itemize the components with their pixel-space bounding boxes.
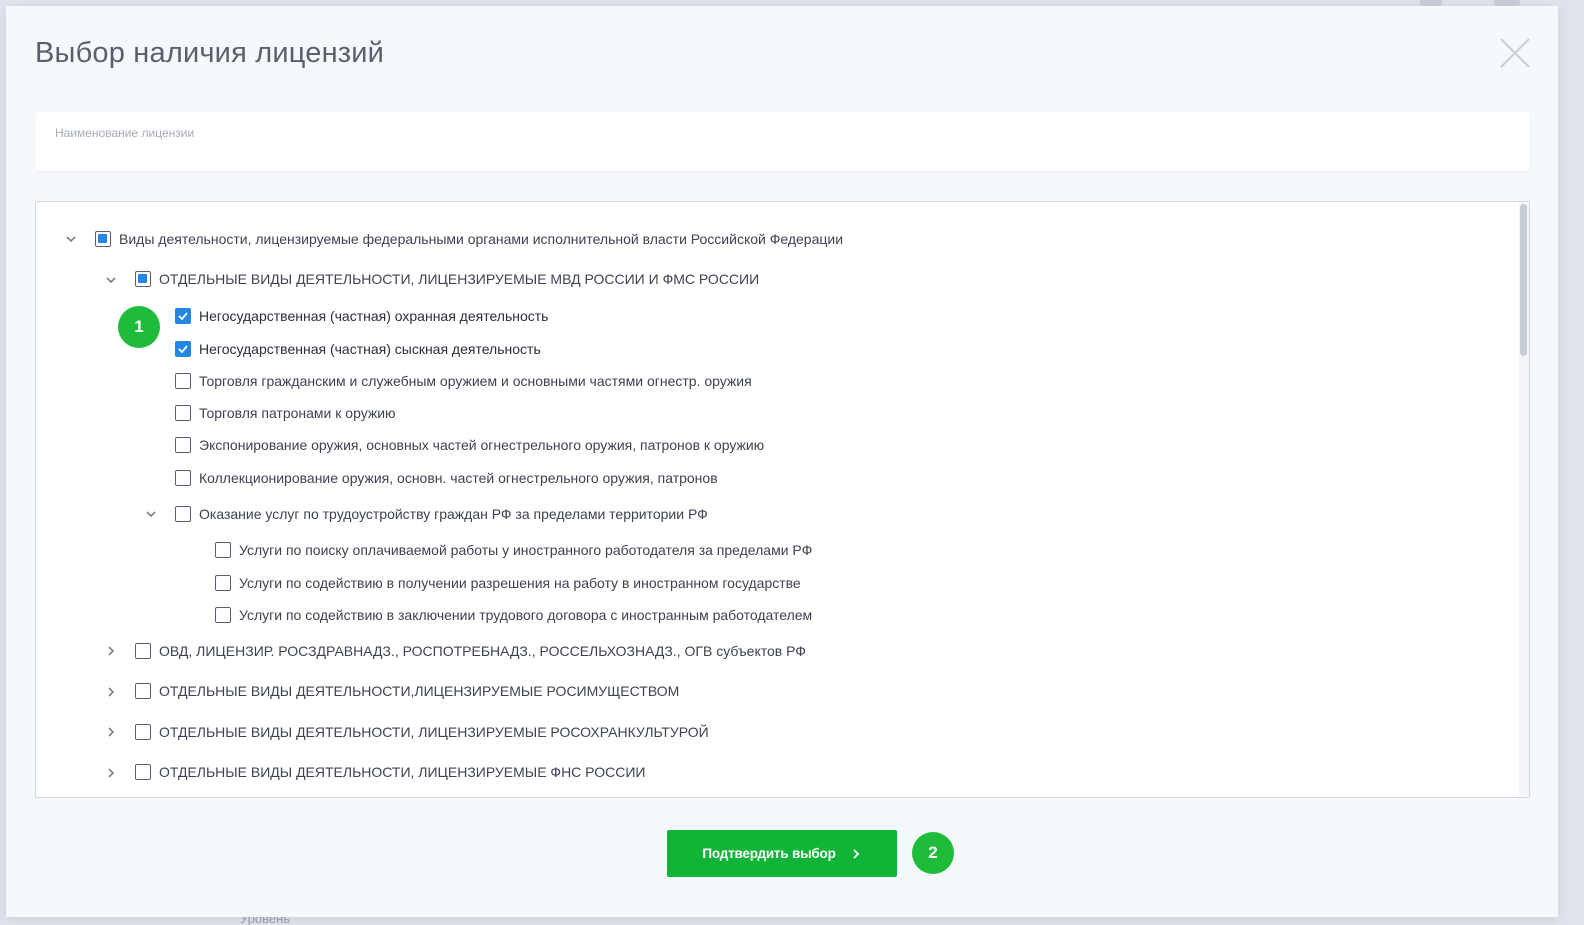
chevron-right-icon [108,727,115,737]
chevron-right-icon [108,646,115,656]
confirm-selection-button[interactable]: Подтвердить выбор [667,830,897,877]
item-checkbox[interactable] [175,373,191,389]
check-icon [178,312,188,321]
license-name-search[interactable]: Наименование лицензии [35,112,1530,171]
expand-toggle[interactable] [104,725,118,739]
modal-title: Выбор наличия лицензий [35,37,385,69]
chevron-right-icon [108,687,115,697]
tree-item-label: ОТДЕЛЬНЫЕ ВИДЫ ДЕЯТЕЛЬНОСТИ, ЛИЦЕНЗИРУЕМ… [159,764,646,780]
step-badge-1: 1 [118,306,160,348]
root-checkbox[interactable] [95,231,111,247]
subgroup-checkbox[interactable] [175,506,191,522]
chevron-down-icon [66,236,76,243]
check-icon [178,345,188,354]
tree-item-label: ОВД, ЛИЦЕНЗИР. РОСЗДРАВНАДЗ., РОСПОТРЕБН… [159,643,806,659]
chevron-down-icon [106,277,116,284]
group-checkbox[interactable] [135,724,151,740]
expand-toggle[interactable] [144,507,158,521]
tree-item-label: Оказание услуг по трудоустройству гражда… [199,506,708,522]
item-checkbox[interactable] [215,575,231,591]
step-badge-2: 2 [912,832,954,874]
tree-item-label: Виды деятельности, лицензируемые федерал… [119,231,844,247]
group-checkbox[interactable] [135,271,151,287]
scrollbar[interactable] [1519,202,1529,797]
search-label: Наименование лицензии [55,126,195,140]
expand-toggle[interactable] [64,232,78,246]
tree-item-label: Негосударственная (частная) сыскная деят… [199,341,541,357]
tree-item-label: Услуги по поиску оплачиваемой работы у и… [239,542,813,558]
tree-item-label: Негосударственная (частная) охранная дея… [199,308,549,324]
expand-toggle[interactable] [104,644,118,658]
close-button[interactable] [1498,36,1532,70]
tree-item-label: Торговля гражданским и служебным оружием… [199,373,752,389]
tree-item-label: Услуги по содействию в получении разреше… [239,575,801,591]
item-checkbox[interactable] [215,542,231,558]
item-checkbox[interactable] [175,341,191,357]
close-icon [1500,38,1530,68]
chevron-down-icon [146,511,156,518]
item-checkbox[interactable] [175,437,191,453]
confirm-button-label: Подтвердить выбор [702,846,836,861]
item-checkbox[interactable] [175,470,191,486]
tree-item-label: Торговля патронами к оружию [199,405,396,421]
tree-item-label: ОТДЕЛЬНЫЕ ВИДЫ ДЕЯТЕЛЬНОСТИ,ЛИЦЕНЗИРУЕМЫ… [159,683,680,699]
expand-toggle[interactable] [104,273,118,287]
group-checkbox[interactable] [135,683,151,699]
group-checkbox[interactable] [135,643,151,659]
chevron-right-icon [108,768,115,778]
scrollbar-thumb[interactable] [1520,204,1527,356]
item-checkbox[interactable] [175,405,191,421]
item-checkbox[interactable] [215,607,231,623]
search-input[interactable] [55,142,1505,164]
chevron-right-icon [853,848,859,859]
license-selection-modal: Выбор наличия лицензий Наименование лице… [6,6,1558,917]
tree-item-label: Услуги по содействию в заключении трудов… [239,607,813,623]
tree-item-label: ОТДЕЛЬНЫЕ ВИДЫ ДЕЯТЕЛЬНОСТИ, ЛИЦЕНЗИРУЕМ… [159,724,709,740]
tree-item-label: ОТДЕЛЬНЫЕ ВИДЫ ДЕЯТЕЛЬНОСТИ, ЛИЦЕНЗИРУЕМ… [159,271,760,287]
tree-item-label: Коллекционирование оружия, основн. часте… [199,470,718,486]
expand-toggle[interactable] [104,685,118,699]
expand-toggle[interactable] [104,766,118,780]
group-checkbox[interactable] [135,764,151,780]
license-tree: Виды деятельности, лицензируемые федерал… [35,201,1530,798]
item-checkbox[interactable] [175,308,191,324]
tree-item-label: Экспонирование оружия, основных частей о… [199,437,765,453]
